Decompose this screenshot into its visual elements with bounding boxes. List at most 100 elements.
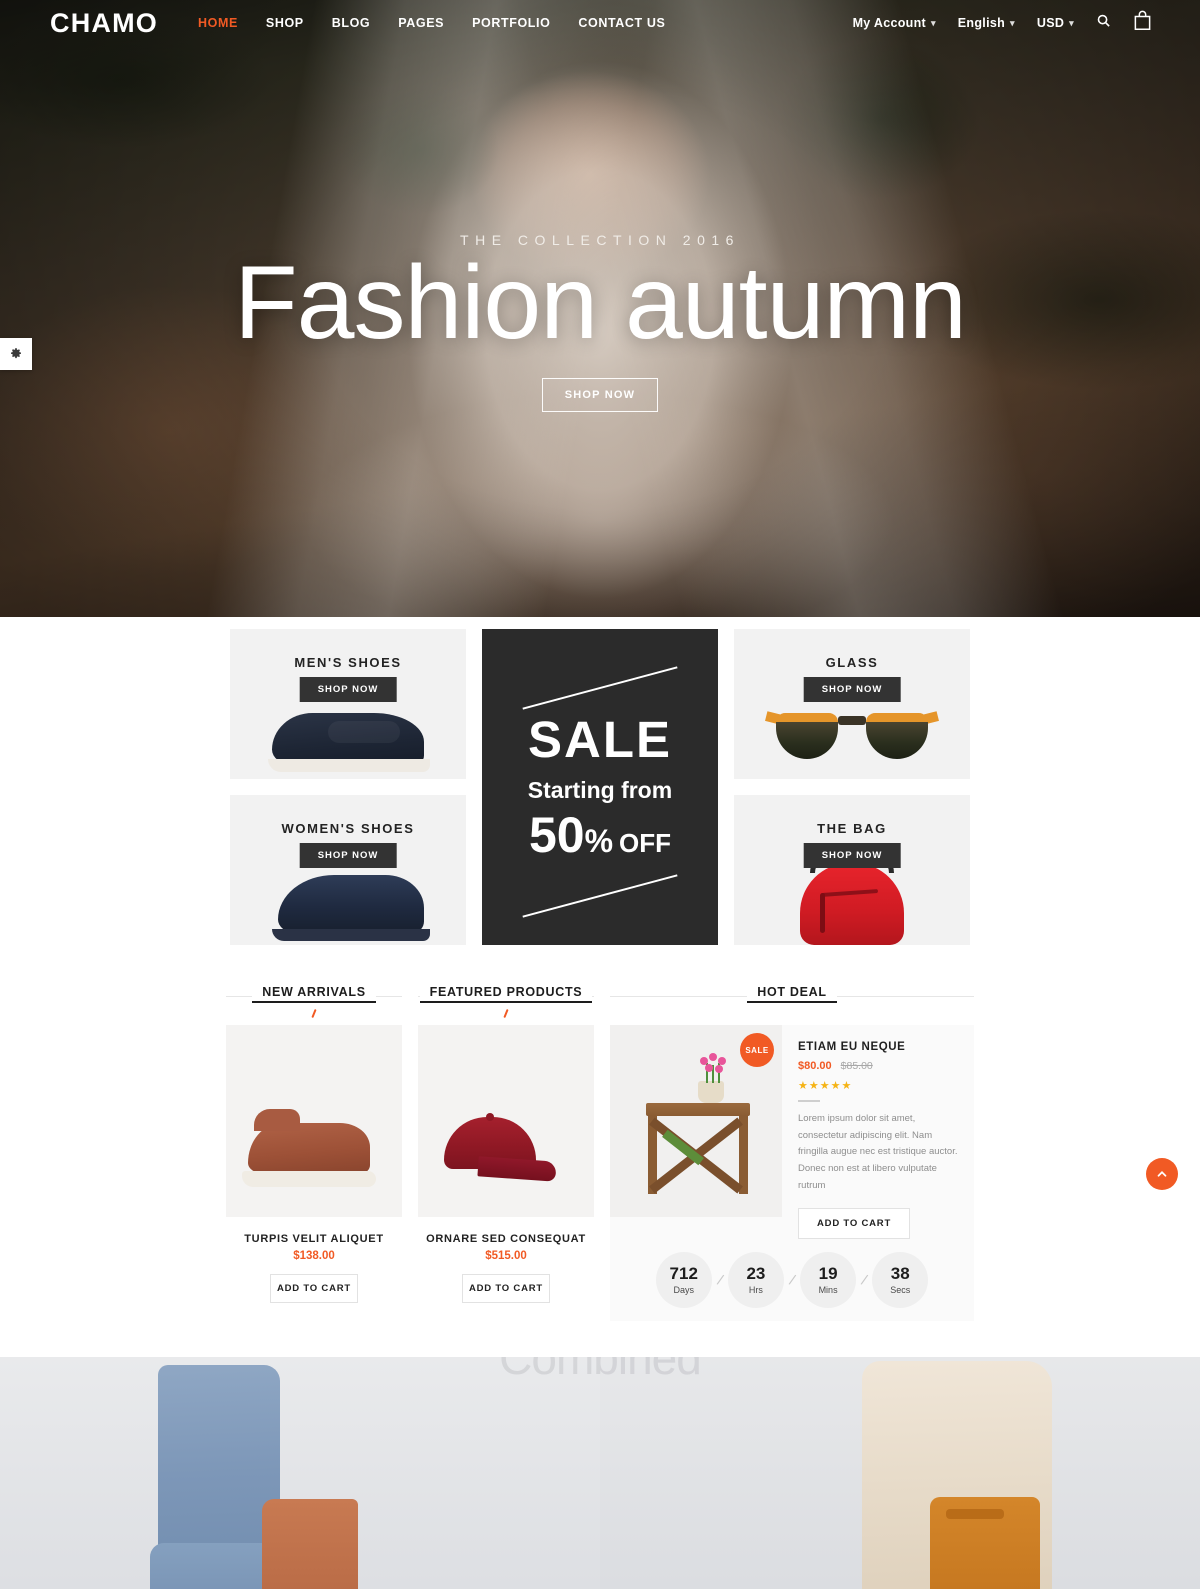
section-title[interactable]: HOT DEAL bbox=[747, 985, 837, 1003]
countdown-hours: 23 Hrs bbox=[727, 1252, 784, 1309]
banner-shop-now-button[interactable]: SHOP NOW bbox=[803, 843, 901, 868]
section-title[interactable]: NEW ARRIVALS bbox=[252, 985, 376, 1003]
currency-label: USD bbox=[1036, 16, 1065, 30]
countdown-timer: 712 Days / 23 Hrs / 19 Mins / 38 Secs bbox=[610, 1239, 974, 1322]
banner-title: GLASS bbox=[825, 655, 879, 670]
nav-item-home[interactable]: HOME bbox=[198, 16, 238, 30]
countdown-separator: / bbox=[859, 1271, 870, 1289]
countdown-value: 38 bbox=[890, 1264, 910, 1284]
site-header: CHAMO HOME SHOP BLOG PAGES PORTFOLIO CON… bbox=[0, 0, 1200, 46]
settings-panel-toggle[interactable] bbox=[0, 338, 32, 370]
sale-percent-symbol: % bbox=[584, 823, 614, 859]
banner-column-right: GLASS SHOP NOW THE BAG SHOP NOW bbox=[734, 629, 970, 945]
hero-title: Fashion autumn bbox=[234, 245, 967, 361]
nav-item-portfolio[interactable]: PORTFOLIO bbox=[472, 16, 550, 30]
side-table-image bbox=[646, 1053, 750, 1199]
hot-deal-prices: $80.00 $85.00 bbox=[798, 1060, 960, 1072]
banner-title: WOMEN'S SHOES bbox=[281, 821, 415, 836]
decorative-slash-top bbox=[522, 666, 678, 710]
banner-title: THE BAG bbox=[817, 821, 887, 836]
countdown-label: Hrs bbox=[748, 1285, 763, 1296]
product-card-ornare-sed-consequat[interactable]: ORNARE SED CONSEQUAT $515.00 ADD TO CART bbox=[418, 1025, 594, 1321]
banner-title: MEN'S SHOES bbox=[294, 655, 402, 670]
sale-subheading: Starting from bbox=[527, 777, 673, 803]
section-heading-new-arrivals: NEW ARRIVALS bbox=[226, 983, 402, 1019]
hot-deal-name: ETIAM EU NEQUE bbox=[798, 1041, 906, 1053]
banner-shop-now-button[interactable]: SHOP NOW bbox=[299, 677, 397, 702]
countdown-separator: / bbox=[714, 1271, 725, 1289]
countdown-separator: / bbox=[787, 1271, 797, 1289]
nav-item-pages[interactable]: PAGES bbox=[398, 16, 444, 30]
hot-deal-price: $80.00 bbox=[798, 1060, 832, 1072]
section-heading-hot-deal: HOT DEAL bbox=[610, 983, 974, 1019]
hot-deal-image[interactable]: SALE bbox=[610, 1025, 782, 1217]
divider bbox=[798, 1100, 820, 1102]
chevron-up-icon bbox=[1157, 1171, 1167, 1177]
category-banner-grid: MEN'S SHOES SHOP NOW WOMEN'S SHOES SHOP … bbox=[0, 617, 1200, 945]
countdown-minutes: 19 Mins bbox=[800, 1252, 857, 1309]
hot-deal-description: Lorem ipsum dolor sit amet, consectetur … bbox=[798, 1113, 958, 1191]
add-to-cart-button[interactable]: ADD TO CART bbox=[270, 1274, 358, 1303]
rating-stars: ★★★★★ bbox=[798, 1080, 853, 1092]
section-headings-row: NEW ARRIVALS FEATURED PRODUCTS HOT DEAL bbox=[0, 945, 1200, 1019]
heading-accent-tick bbox=[503, 1008, 509, 1019]
countdown-label: Secs bbox=[890, 1285, 911, 1296]
banner-glass[interactable]: GLASS SHOP NOW bbox=[734, 629, 970, 779]
search-icon[interactable] bbox=[1096, 13, 1111, 33]
product-price: $138.00 bbox=[293, 1250, 335, 1262]
hot-deal-old-price: $85.00 bbox=[840, 1060, 873, 1072]
banner-shop-now-button[interactable]: SHOP NOW bbox=[803, 677, 901, 702]
chevron-down-icon: ▾ bbox=[930, 17, 936, 28]
currency-selector[interactable]: USD ▾ bbox=[1037, 16, 1074, 30]
heading-accent-tick bbox=[311, 1008, 317, 1019]
shopping-bag-icon[interactable] bbox=[1133, 10, 1152, 36]
banner-column-left: MEN'S SHOES SHOP NOW WOMEN'S SHOES SHOP … bbox=[230, 629, 466, 945]
product-image[interactable] bbox=[418, 1025, 594, 1217]
gear-icon bbox=[11, 348, 21, 359]
decorative-slash-bottom bbox=[522, 874, 678, 918]
scroll-to-top-button[interactable] bbox=[1146, 1158, 1178, 1190]
section-heading-featured-products: FEATURED PRODUCTS bbox=[418, 983, 594, 1019]
banner-mens-shoes[interactable]: MEN'S SHOES SHOP NOW bbox=[230, 629, 466, 779]
nav-item-blog[interactable]: BLOG bbox=[332, 16, 371, 30]
brand-logo[interactable]: CHAMO bbox=[50, 8, 158, 39]
product-price: $515.00 bbox=[485, 1250, 527, 1262]
hot-deal-heading-wrap: HOT DEAL bbox=[610, 983, 974, 1019]
products-row: TURPIS VELIT ALIQUET $138.00 ADD TO CART… bbox=[0, 1025, 1200, 1322]
banner-womens-shoes[interactable]: WOMEN'S SHOES SHOP NOW bbox=[230, 795, 466, 945]
combined-left-image[interactable] bbox=[0, 1357, 600, 1589]
add-to-cart-button[interactable]: ADD TO CART bbox=[462, 1274, 550, 1303]
language-label: English bbox=[957, 16, 1006, 30]
product-card-turpis-velit-aliquet[interactable]: TURPIS VELIT ALIQUET $138.00 ADD TO CART bbox=[226, 1025, 402, 1321]
banner-the-bag[interactable]: THE BAG SHOP NOW bbox=[734, 795, 970, 945]
add-to-cart-button[interactable]: ADD TO CART bbox=[798, 1208, 911, 1240]
combined-right-image[interactable] bbox=[600, 1357, 1200, 1589]
my-account-label: My Account bbox=[852, 16, 926, 30]
sale-percent-value: 50 bbox=[528, 807, 585, 863]
my-account-menu[interactable]: My Account ▾ bbox=[853, 16, 936, 30]
hero-copy: THE COLLECTION 2016 Fashion autumn SHOP … bbox=[0, 232, 1200, 413]
countdown-value: 23 bbox=[746, 1264, 766, 1284]
hero-shop-now-button[interactable]: SHOP NOW bbox=[541, 378, 659, 413]
product-image[interactable] bbox=[226, 1025, 402, 1217]
header-utilities: My Account ▾ English ▾ USD ▾ bbox=[853, 10, 1178, 36]
chevron-down-icon: ▾ bbox=[1010, 17, 1015, 28]
nav-item-shop[interactable]: SHOP bbox=[266, 16, 304, 30]
hot-deal-info: ETIAM EU NEQUE $80.00 $85.00 ★★★★★ Lorem… bbox=[782, 1025, 974, 1240]
language-selector[interactable]: English ▾ bbox=[958, 16, 1015, 30]
product-name: TURPIS VELIT ALIQUET bbox=[244, 1233, 384, 1245]
sale-badge: SALE bbox=[740, 1033, 774, 1067]
banner-sale-panel[interactable]: SALE Starting from 50 % OFF bbox=[482, 629, 718, 945]
hot-deal-block: SALE ETIAM EU NEQUE $80.00 $85.00 ★★★★★ … bbox=[610, 1025, 974, 1322]
combined-section: Combined bbox=[0, 1357, 1200, 1589]
hot-deal-product: SALE ETIAM EU NEQUE $80.00 $85.00 ★★★★★ … bbox=[610, 1025, 974, 1240]
sale-off-label: OFF bbox=[619, 828, 672, 858]
hero-section: CHAMO HOME SHOP BLOG PAGES PORTFOLIO CON… bbox=[0, 0, 1200, 617]
banner-shop-now-button[interactable]: SHOP NOW bbox=[299, 843, 397, 868]
countdown-seconds: 38 Secs bbox=[872, 1252, 929, 1309]
new-arrivals-heading-wrap: NEW ARRIVALS bbox=[226, 983, 402, 1019]
section-title[interactable]: FEATURED PRODUCTS bbox=[419, 985, 593, 1003]
countdown-label: Days bbox=[673, 1285, 694, 1296]
countdown-days: 712 Days bbox=[655, 1252, 712, 1309]
nav-item-contact-us[interactable]: CONTACT US bbox=[578, 16, 665, 30]
